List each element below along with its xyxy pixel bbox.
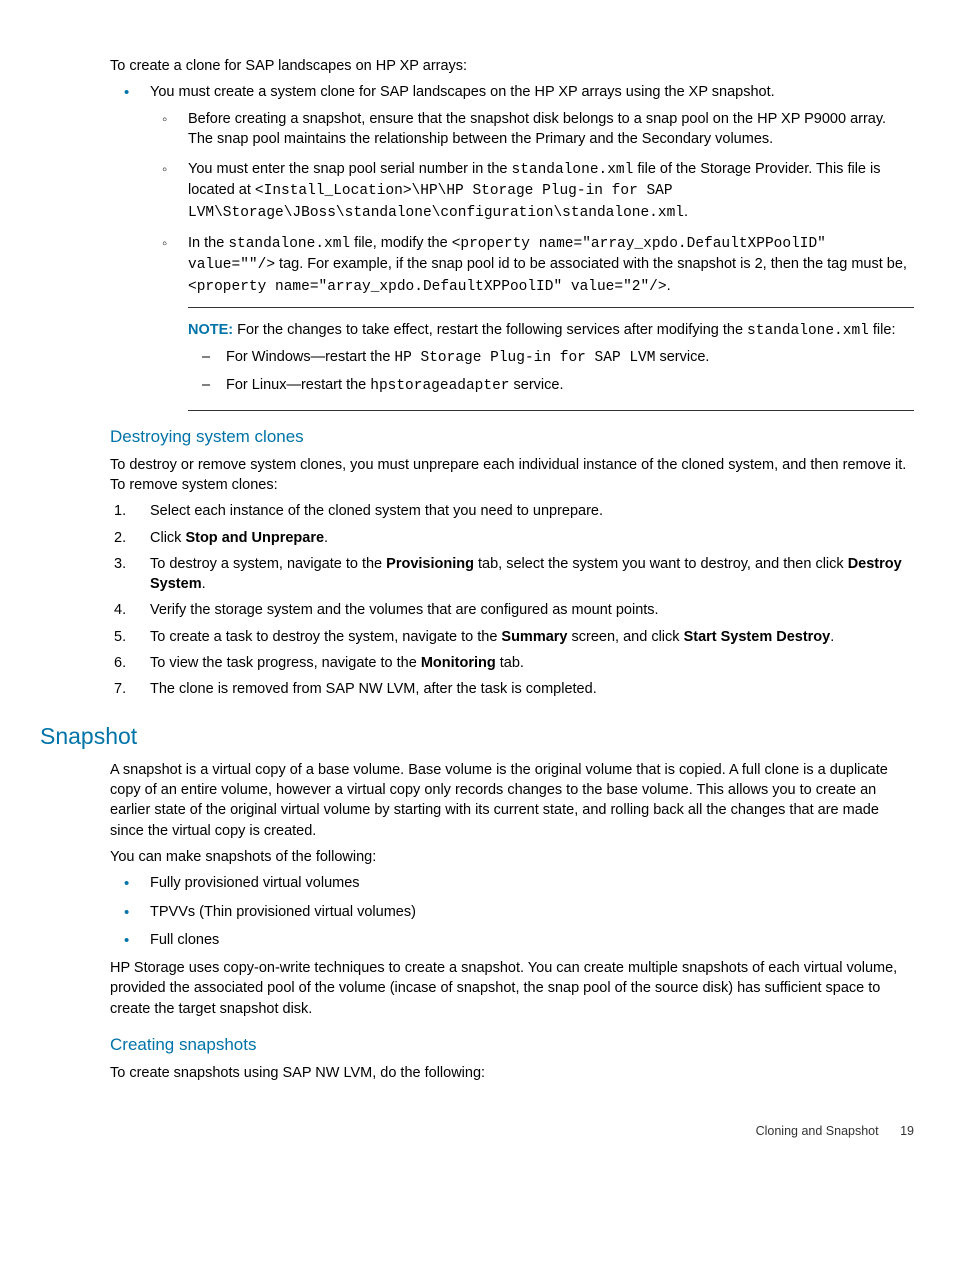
sub-bullet: Before creating a snapshot, ensure that … [150,109,914,150]
section-heading: Snapshot [40,720,914,752]
paragraph: To create snapshots using SAP NW LVM, do… [110,1063,914,1083]
code-inline: standalone.xml [747,323,869,339]
step-item: Verify the storage system and the volume… [110,600,914,620]
section-snapshot: A snapshot is a virtual copy of a base v… [110,760,914,1083]
bullet-text: You must create a system clone for SAP l… [150,84,775,100]
bold-label: Stop and Unprepare [185,530,324,546]
sub-bullet: In the standalone.xml file, modify the <… [150,233,914,411]
bold-label: Monitoring [421,655,496,671]
subsection-heading: Destroying system clones [110,425,914,449]
dash-item: For Linux—restart the hpstorageadapter s… [188,375,914,396]
sub-bullet: You must enter the snap pool serial numb… [150,159,914,223]
bold-label: Start System Destroy [684,629,831,645]
code-inline: <property name="array_xpdo.DefaultXPPool… [188,279,667,295]
paragraph: HP Storage uses copy-on-write techniques… [110,958,914,1019]
sub-text: Before creating a snapshot, ensure that … [188,111,886,147]
intro-paragraph: To create a clone for SAP landscapes on … [110,56,914,76]
step-item: To view the task progress, navigate to t… [110,653,914,673]
code-inline: HP Storage Plug-in for SAP LVM [394,350,655,366]
step-item: To destroy a system, navigate to the Pro… [110,554,914,595]
paragraph: A snapshot is a virtual copy of a base v… [110,760,914,841]
bullet-item: Fully provisioned virtual volumes [110,873,914,893]
step-item: Select each instance of the cloned syste… [110,501,914,521]
bold-label: Summary [501,629,567,645]
code-inline: standalone.xml [228,236,350,252]
section-create-clone: To create a clone for SAP landscapes on … [110,56,914,411]
step-item: The clone is removed from SAP NW LVM, af… [110,679,914,699]
bullet-item: You must create a system clone for SAP l… [110,82,914,411]
code-inline: hpstorageadapter [370,378,509,394]
step-item: Click Stop and Unprepare. [110,528,914,548]
dash-item: For Windows—restart the HP Storage Plug-… [188,347,914,368]
paragraph: You can make snapshots of the following: [110,847,914,867]
paragraph: To destroy or remove system clones, you … [110,455,914,496]
bold-label: Provisioning [386,556,474,572]
footer-text: Cloning and Snapshot [756,1124,879,1138]
subsection-heading: Creating snapshots [110,1033,914,1057]
note-label: NOTE: [188,322,233,338]
code-inline: standalone.xml [512,162,634,178]
bullet-item: Full clones [110,930,914,950]
section-destroying-clones: Destroying system clones To destroy or r… [110,425,914,700]
code-inline: <Install_Location>\HP\HP Storage Plug-in… [188,183,684,220]
step-item: To create a task to destroy the system, … [110,627,914,647]
page-footer: Cloning and Snapshot 19 [40,1123,914,1141]
note-paragraph: NOTE: For the changes to take effect, re… [188,320,914,341]
note-box: NOTE: For the changes to take effect, re… [188,307,914,411]
page-number: 19 [900,1124,914,1138]
bullet-item: TPVVs (Thin provisioned virtual volumes) [110,902,914,922]
